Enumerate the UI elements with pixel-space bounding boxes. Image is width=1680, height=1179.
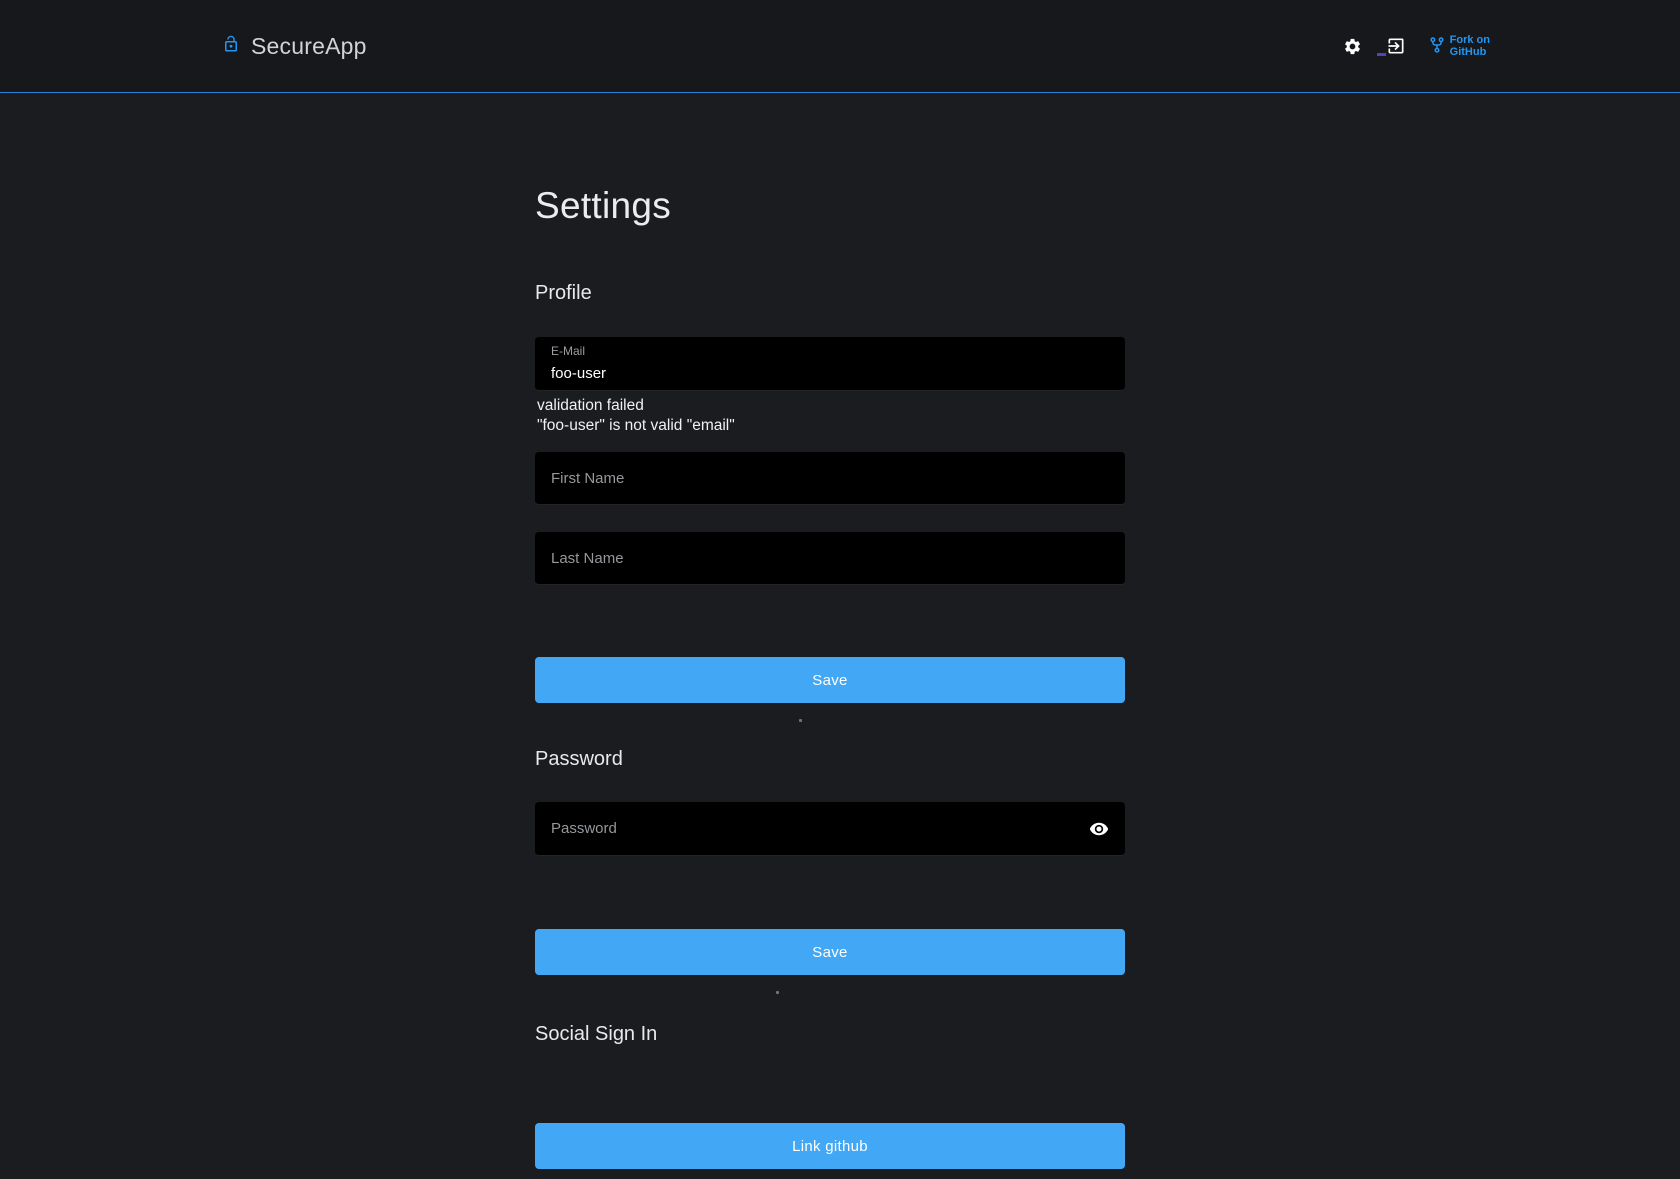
lock-open-icon (222, 33, 240, 60)
eye-icon (1089, 827, 1109, 842)
link-github-button[interactable]: Link github (535, 1123, 1125, 1169)
gear-icon (1343, 44, 1362, 59)
validation-error-line1: validation failed (537, 396, 735, 416)
logout-button[interactable] (1386, 36, 1406, 56)
logout-icon (1386, 44, 1406, 59)
page-title: Settings (535, 185, 671, 227)
first-name-field (535, 452, 1125, 505)
profile-heading: Profile (535, 282, 592, 305)
email-input[interactable] (535, 337, 1125, 390)
email-field: E-Mail (535, 337, 1125, 391)
validation-error-line2: "foo-user" is not valid "email" (537, 416, 735, 436)
profile-save-button[interactable]: Save (535, 657, 1125, 703)
fork-link-text: Fork on GitHub (1450, 34, 1490, 58)
settings-page: SecureApp (0, 0, 1680, 1179)
validation-error: validation failed "foo-user" is not vali… (537, 396, 735, 435)
password-save-button[interactable]: Save (535, 929, 1125, 975)
git-fork-icon (1430, 33, 1444, 60)
cursor-dash (1377, 53, 1386, 56)
last-name-input[interactable] (535, 532, 1125, 584)
speck-dot (776, 991, 779, 994)
first-name-input[interactable] (535, 452, 1125, 504)
password-heading: Password (535, 748, 623, 771)
password-field (535, 802, 1125, 856)
app-logo: SecureApp (222, 33, 367, 60)
app-header: SecureApp (0, 0, 1680, 93)
password-visibility-toggle[interactable] (1087, 817, 1111, 841)
social-sign-in-heading: Social Sign In (535, 1023, 657, 1046)
last-name-field (535, 532, 1125, 585)
header-actions: Fork on GitHub (1343, 33, 1490, 60)
speck-dot (799, 719, 802, 722)
settings-gear-button[interactable] (1343, 37, 1362, 56)
password-input[interactable] (535, 802, 1125, 855)
fork-on-github-link[interactable]: Fork on GitHub (1430, 33, 1490, 60)
app-title: SecureApp (251, 33, 367, 60)
